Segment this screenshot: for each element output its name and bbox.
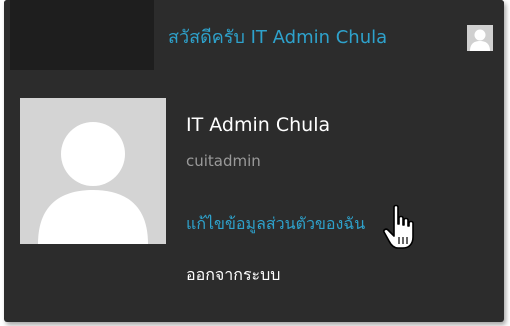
toolbar-avatar-icon[interactable] bbox=[467, 25, 493, 51]
profile-avatar[interactable] bbox=[20, 98, 166, 244]
profile-display-name[interactable]: IT Admin Chula bbox=[186, 114, 330, 136]
admin-toolbar: สวัสดีครับ IT Admin Chula bbox=[4, 0, 504, 70]
avatar-placeholder-icon bbox=[467, 25, 493, 51]
profile-username: cuitadmin bbox=[186, 152, 261, 170]
my-account-greeting[interactable]: สวัสดีครับ IT Admin Chula bbox=[168, 24, 387, 52]
edit-profile-link[interactable]: แก้ไขข้อมูลส่วนตัวของฉัน bbox=[186, 212, 365, 237]
hand-pointer-cursor-icon bbox=[383, 204, 414, 249]
toolbar-left-region bbox=[10, 0, 154, 70]
screenshot-frame: สวัสดีครับ IT Admin Chula IT Admin Chula… bbox=[0, 0, 510, 326]
avatar-placeholder-icon bbox=[20, 98, 166, 244]
account-dropdown-panel: สวัสดีครับ IT Admin Chula IT Admin Chula… bbox=[4, 0, 504, 322]
logout-link[interactable]: ออกจากระบบ bbox=[186, 263, 280, 288]
